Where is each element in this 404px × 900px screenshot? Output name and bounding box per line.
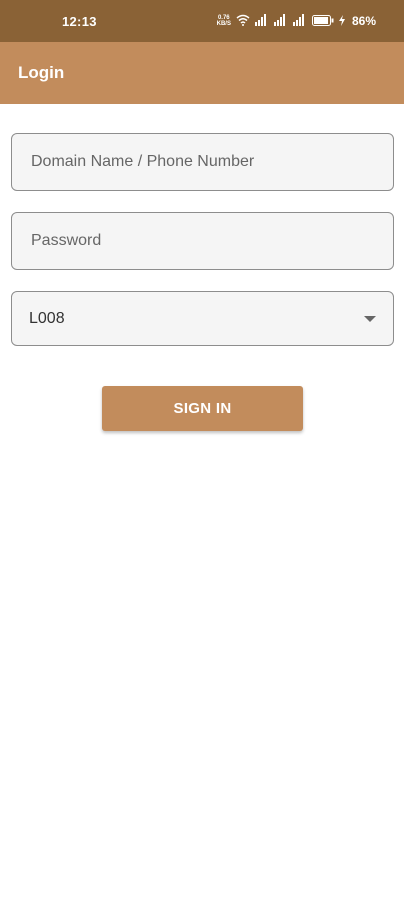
sign-in-button[interactable]: SIGN IN	[102, 386, 303, 431]
chevron-down-icon[interactable]	[364, 315, 376, 322]
charging-icon	[338, 14, 345, 29]
status-bar: 12:13 0.76 KB/S 86%	[0, 0, 404, 42]
network-speed-unit: KB/S	[216, 21, 231, 27]
signal-icon	[292, 13, 307, 29]
battery-icon	[311, 14, 334, 29]
page-title: Login	[18, 63, 65, 82]
wifi-icon	[236, 14, 250, 29]
password-field[interactable]	[11, 212, 394, 270]
password-input[interactable]	[29, 231, 376, 251]
domain-input[interactable]	[29, 152, 376, 172]
signal-icon	[254, 13, 269, 29]
app-bar: Login	[0, 42, 404, 104]
battery-percent: 86%	[351, 14, 376, 28]
signal-icon	[273, 13, 288, 29]
domain-field[interactable]	[11, 133, 394, 191]
status-time: 12:13	[62, 13, 97, 29]
location-select[interactable]: L008	[11, 291, 394, 346]
status-icons: 0.76 KB/S 86%	[217, 13, 376, 29]
network-speed: 0.76 KB/S	[217, 15, 231, 27]
location-select-value: L008	[29, 309, 65, 327]
